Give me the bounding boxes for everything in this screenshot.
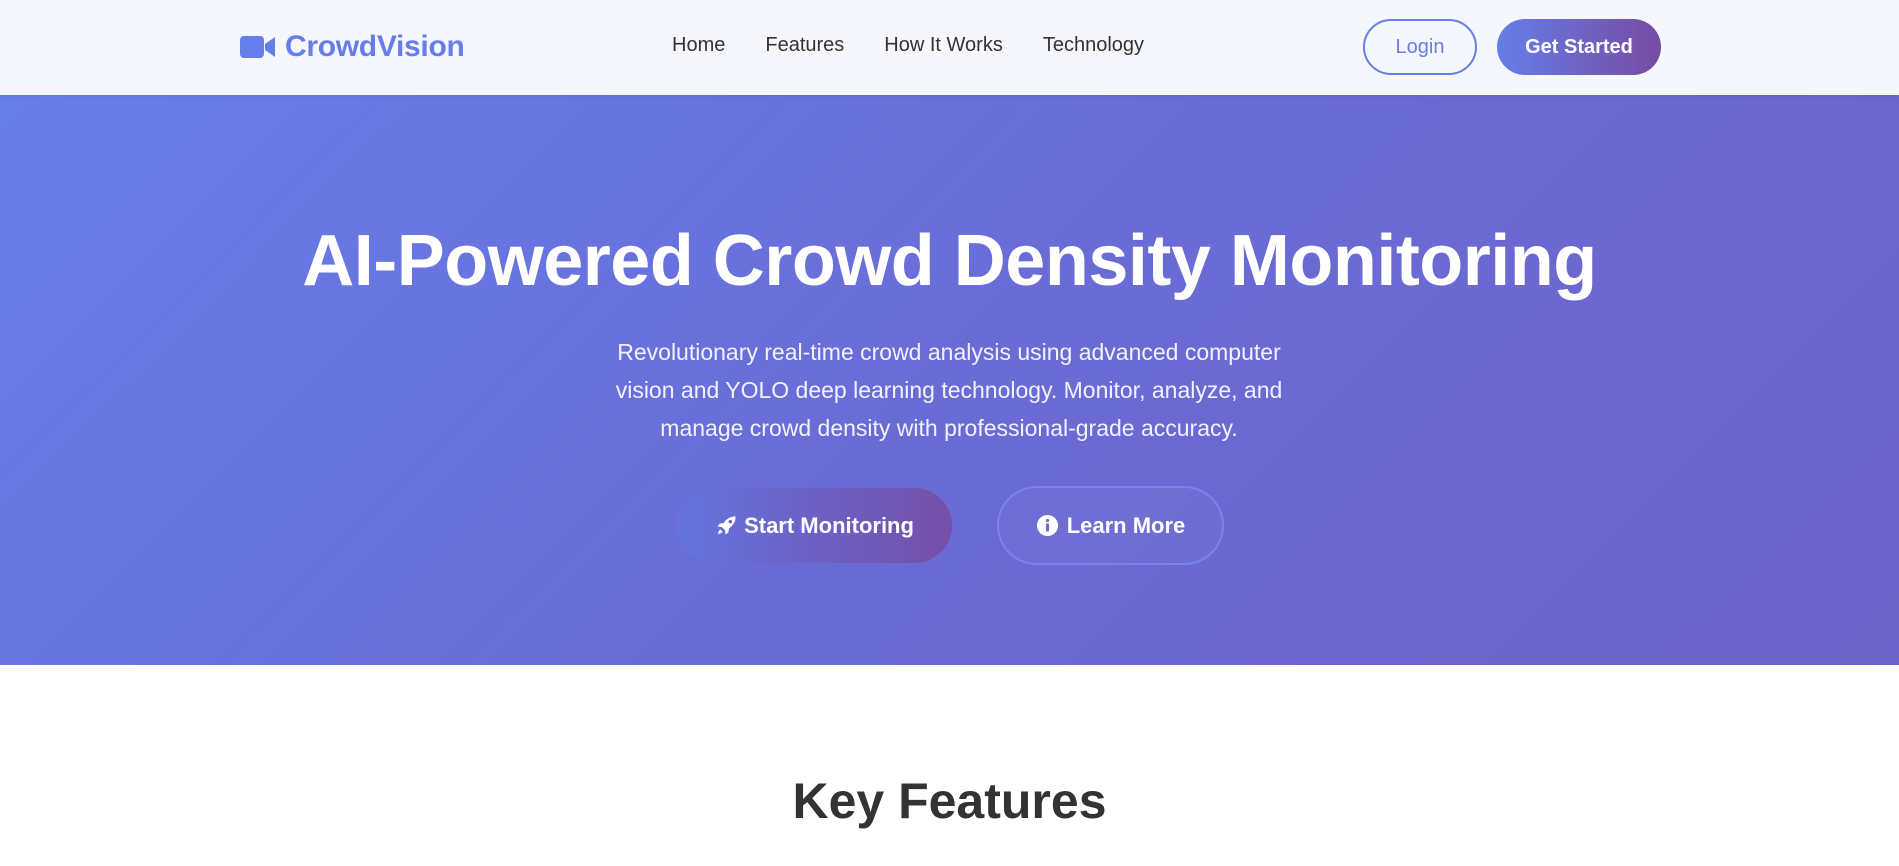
start-monitoring-button[interactable]: Start Monitoring bbox=[677, 488, 952, 563]
navbar: CrowdVision Home Features How It Works T… bbox=[0, 0, 1899, 95]
features-title: Key Features bbox=[792, 773, 1107, 829]
hero-section: AI-Powered Crowd Density Monitoring Revo… bbox=[0, 95, 1899, 665]
nav-link-technology[interactable]: Technology bbox=[1043, 34, 1144, 57]
get-started-button[interactable]: Get Started bbox=[1497, 19, 1661, 75]
start-monitoring-label: Start Monitoring bbox=[744, 512, 914, 538]
nav-link-home[interactable]: Home bbox=[672, 34, 725, 57]
nav-link-features[interactable]: Features bbox=[765, 34, 844, 57]
nav-link-how-it-works[interactable]: How It Works bbox=[884, 34, 1003, 57]
brand-logo[interactable]: CrowdVision bbox=[240, 30, 465, 64]
video-camera-icon bbox=[240, 36, 275, 58]
learn-more-button[interactable]: Learn More bbox=[997, 486, 1224, 565]
info-circle-icon bbox=[1036, 514, 1058, 537]
learn-more-label: Learn More bbox=[1066, 512, 1186, 538]
brand-name: CrowdVision bbox=[285, 30, 465, 63]
rocket-icon bbox=[717, 516, 736, 535]
login-button[interactable]: Login bbox=[1363, 19, 1477, 75]
hero-title: AI-Powered Crowd Density Monitoring bbox=[302, 221, 1597, 301]
hero-subtitle: Revolutionary real-time crowd analysis u… bbox=[615, 339, 1283, 441]
nav-links: Home Features How It Works Technology bbox=[672, 34, 1144, 57]
